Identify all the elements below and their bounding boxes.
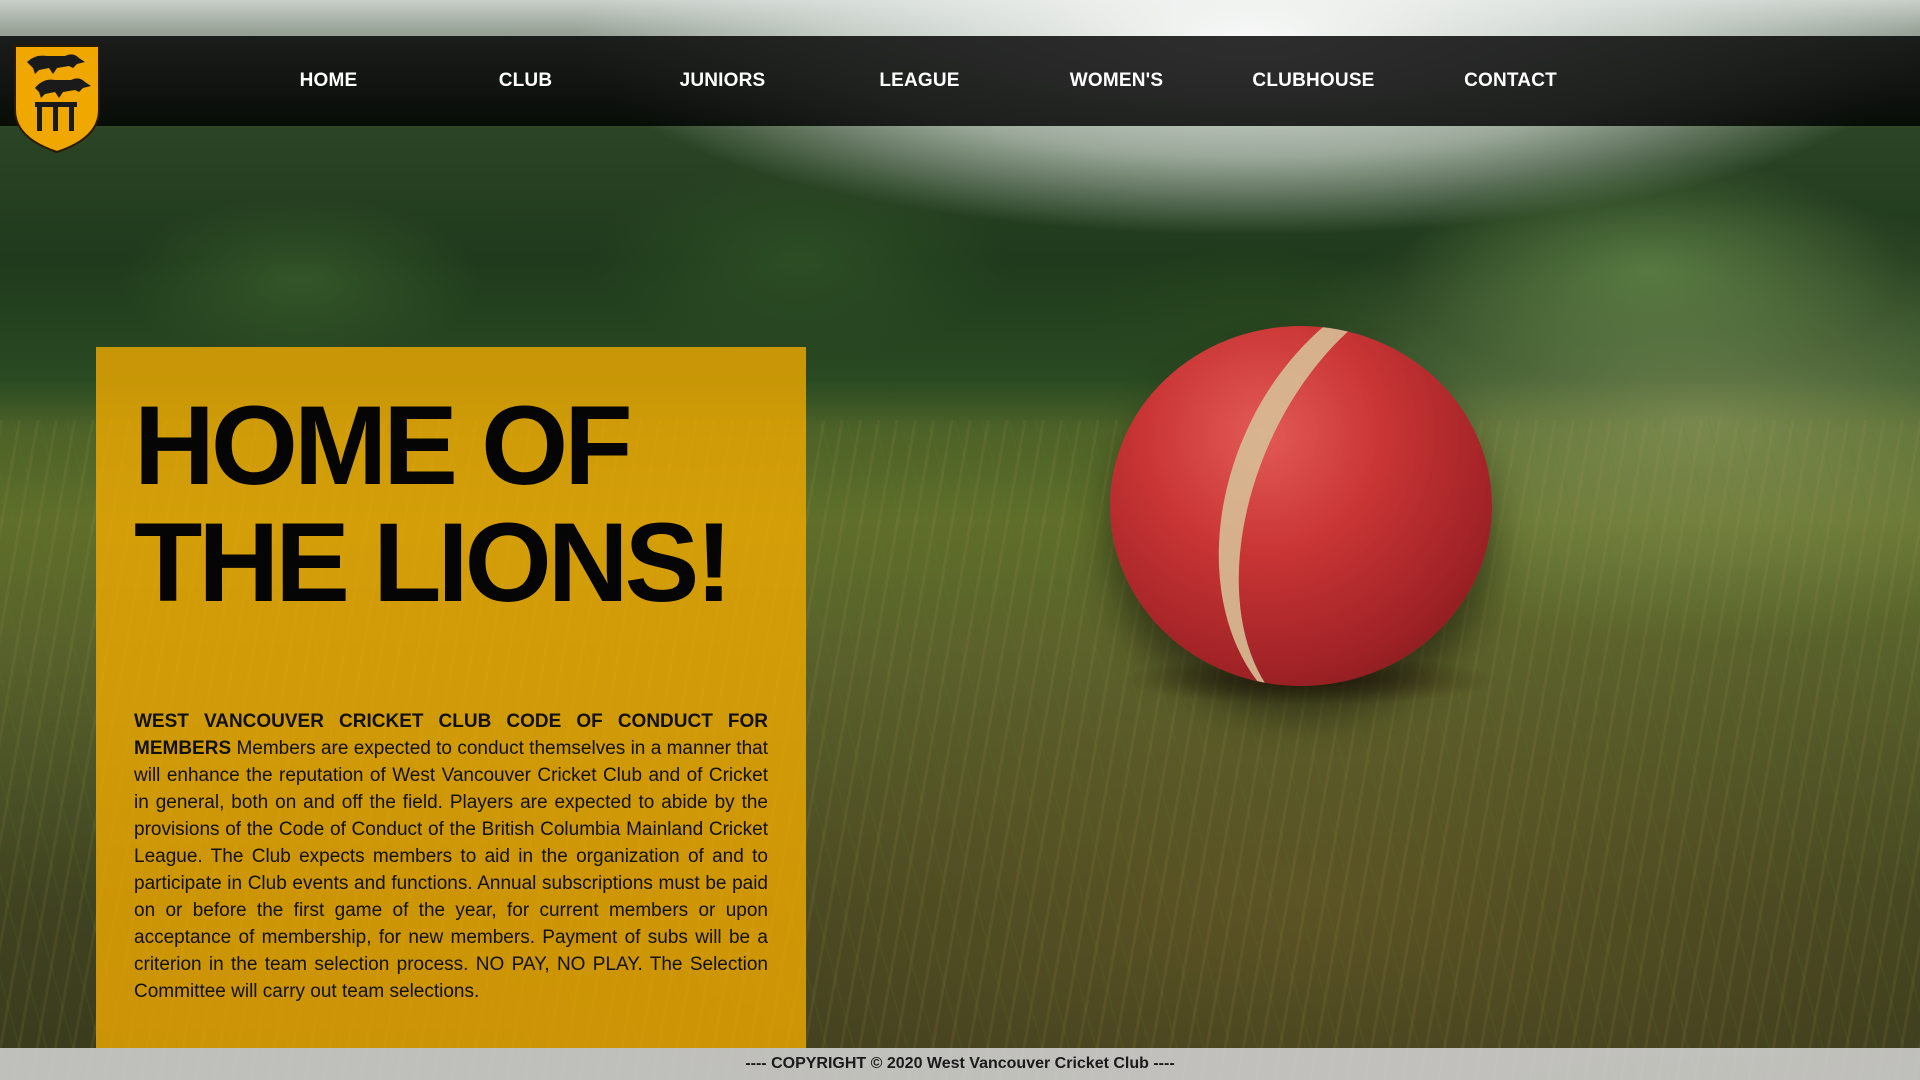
page: HOME CLUB JUNIORS LEAGUE WOMEN'S CLUBHOU… bbox=[0, 0, 1920, 1080]
club-logo[interactable] bbox=[13, 42, 101, 154]
lion-crest-icon bbox=[14, 45, 100, 154]
code-of-conduct-body: Members are expected to conduct themselv… bbox=[134, 738, 768, 1002]
nav-item-league[interactable]: LEAGUE bbox=[821, 70, 1018, 92]
nav-item-juniors[interactable]: JUNIORS bbox=[624, 70, 821, 92]
nav-item-clubhouse[interactable]: CLUBHOUSE bbox=[1215, 70, 1412, 92]
nav-menu: HOME CLUB JUNIORS LEAGUE WOMEN'S CLUBHOU… bbox=[230, 36, 1609, 126]
hero-panel: HOME OF THE LIONS! WEST VANCOUVER CRICKE… bbox=[96, 347, 806, 1048]
ball-seam bbox=[1147, 326, 1492, 686]
headline-line-1: HOME OF bbox=[134, 383, 633, 508]
code-of-conduct-text: WEST VANCOUVER CRICKET CLUB CODE OF COND… bbox=[134, 708, 768, 1005]
headline-line-2: THE LIONS! bbox=[134, 500, 733, 625]
copyright-text: ---- COPYRIGHT © 2020 West Vancouver Cri… bbox=[745, 1055, 1175, 1072]
nav-item-club[interactable]: CLUB bbox=[427, 70, 624, 92]
main-navigation: HOME CLUB JUNIORS LEAGUE WOMEN'S CLUBHOU… bbox=[0, 36, 1920, 126]
cricket-ball-image bbox=[1110, 326, 1492, 686]
page-title: HOME OF THE LIONS! bbox=[134, 387, 774, 621]
nav-item-home[interactable]: HOME bbox=[230, 70, 427, 92]
nav-item-womens[interactable]: WOMEN'S bbox=[1018, 70, 1215, 92]
footer: ---- COPYRIGHT © 2020 West Vancouver Cri… bbox=[0, 1048, 1920, 1080]
nav-item-contact[interactable]: CONTACT bbox=[1412, 70, 1609, 92]
